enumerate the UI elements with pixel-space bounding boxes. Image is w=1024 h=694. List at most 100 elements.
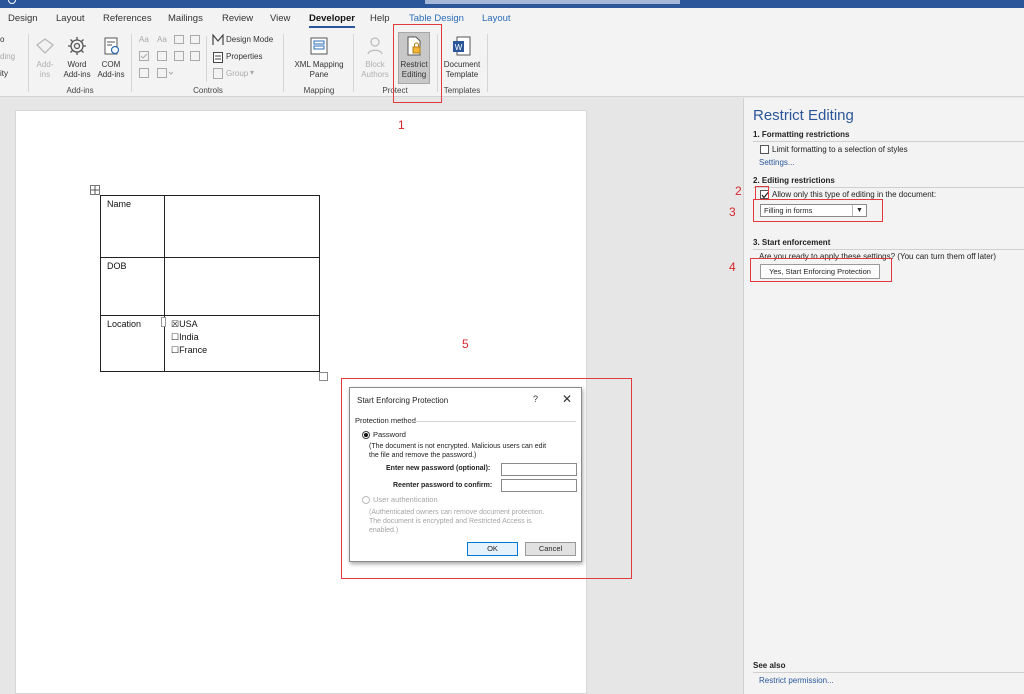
table-cell-value[interactable]: [164, 195, 320, 258]
checkbox-control-icon[interactable]: [139, 51, 149, 61]
limit-formatting-checkbox[interactable]: [760, 145, 769, 154]
tab-review[interactable]: Review: [222, 13, 253, 24]
tab-table-design[interactable]: Table Design: [409, 13, 464, 24]
cut-off-label: ding: [0, 52, 16, 61]
word-addins-button[interactable]: Word Add-ins: [60, 35, 94, 80]
section-title: 1. Formatting restrictions: [753, 130, 850, 139]
block-authors-button[interactable]: Block Authors: [357, 35, 393, 80]
group-label-templates: Templates: [443, 86, 481, 95]
tab-layout[interactable]: Layout: [56, 13, 85, 24]
group-separator: [206, 36, 207, 82]
table-cell-value[interactable]: [164, 257, 320, 316]
settings-link[interactable]: Settings...: [759, 158, 795, 167]
checkbox-option[interactable]: ☐France: [171, 344, 313, 357]
divider: [753, 187, 1024, 188]
content-control-handle[interactable]: [161, 317, 166, 327]
group-icon: [213, 68, 223, 79]
properties-button[interactable]: Properties: [226, 52, 262, 62]
table-move-handle-icon[interactable]: [90, 185, 100, 195]
ribbon-tabs: Design Layout References Mailings Review…: [0, 8, 1024, 30]
annotation-box-dropdown: [753, 199, 883, 222]
building-block-icon[interactable]: [190, 35, 200, 44]
repeating-section-icon[interactable]: [139, 68, 149, 78]
annotation-box-checkbox: [755, 186, 769, 200]
annotation-number: 5: [462, 337, 469, 351]
annotation-box-dialog: [341, 378, 632, 579]
cut-off-label: ity: [0, 69, 8, 78]
word-template-icon: W: [453, 36, 471, 56]
tab-references[interactable]: References: [103, 13, 152, 24]
legacy-tools-icon[interactable]: [157, 68, 173, 78]
divider: [753, 249, 1024, 250]
table-cell-label[interactable]: Name: [100, 195, 165, 258]
block-authors-icon: [367, 37, 383, 55]
title-bar: [0, 0, 1024, 8]
account-icon[interactable]: [8, 0, 16, 4]
checkbox-label: Allow only this type of editing in the d…: [772, 190, 937, 199]
cut-off-label: o: [0, 35, 5, 44]
group-label-addins: Add-ins: [66, 86, 94, 95]
tab-table-layout[interactable]: Layout: [482, 13, 511, 24]
location-options-cell: ☒USA ☐India ☐France: [164, 315, 320, 372]
option-label: France: [179, 345, 208, 355]
design-mode-icon: [212, 34, 224, 45]
restrict-permission-link[interactable]: Restrict permission...: [759, 676, 834, 685]
combo-box-icon[interactable]: [157, 51, 167, 61]
option-label: USA: [179, 319, 198, 329]
tab-mailings[interactable]: Mailings: [168, 13, 203, 24]
group-separator: [353, 34, 354, 92]
date-picker-icon[interactable]: [190, 51, 200, 61]
chevron-down-icon: ▾: [250, 68, 255, 77]
annotation-box-enforce: [750, 258, 892, 282]
checkbox-glyph[interactable]: ☐: [171, 345, 179, 355]
group-button[interactable]: Group: [226, 69, 248, 79]
addins-button[interactable]: Add-ins: [30, 35, 60, 80]
annotation-box-restrict: [393, 24, 442, 103]
annotation-number: 1: [398, 118, 405, 132]
restrict-editing-pane: Restrict Editing 1. Formatting restricti…: [743, 98, 1024, 694]
checkbox-option[interactable]: ☐India: [171, 331, 313, 344]
document-template-button[interactable]: W Document Template: [440, 35, 484, 80]
table-cell-label[interactable]: Location: [100, 315, 165, 372]
plain-text-control[interactable]: Aa: [157, 35, 167, 45]
group-label-mapping: Mapping: [303, 86, 335, 95]
xml-mapping-icon: [310, 37, 328, 55]
divider: [753, 141, 1024, 142]
table-cell-label[interactable]: DOB: [100, 257, 165, 316]
tab-view[interactable]: View: [270, 13, 290, 24]
rich-text-control[interactable]: Aa: [139, 35, 149, 45]
com-addins-icon: [104, 37, 120, 55]
group-separator: [487, 34, 488, 92]
pane-title: Restrict Editing: [753, 107, 854, 124]
section-title: 2. Editing restrictions: [753, 176, 835, 185]
annotation-number: 3: [729, 205, 736, 219]
form-table: Name DOB Location ☒USA ☐India ☐France: [100, 195, 320, 372]
checkbox-option[interactable]: ☒USA: [171, 318, 313, 331]
table-resize-handle[interactable]: [319, 372, 328, 381]
checkbox-glyph[interactable]: ☒: [171, 319, 179, 329]
dropdown-list-icon[interactable]: [174, 51, 184, 61]
xml-mapping-pane-button[interactable]: XML Mapping Pane: [288, 35, 350, 80]
tab-design[interactable]: Design: [8, 13, 38, 24]
svg-text:W: W: [455, 43, 463, 52]
annotation-number: 2: [735, 184, 742, 198]
gear-icon: [68, 37, 86, 55]
group-label-controls: Controls: [193, 86, 223, 95]
tab-developer[interactable]: Developer: [309, 13, 355, 28]
search-box[interactable]: [425, 0, 680, 4]
annotation-number: 4: [729, 260, 736, 274]
group-separator: [131, 34, 132, 92]
design-mode-button[interactable]: Design Mode: [226, 35, 273, 45]
section-title: 3. Start enforcement: [753, 238, 831, 247]
group-separator: [283, 34, 284, 92]
tab-help[interactable]: Help: [370, 13, 390, 24]
picture-control-icon[interactable]: [174, 35, 184, 44]
checkbox-glyph[interactable]: ☐: [171, 332, 179, 342]
checkbox-label: Limit formatting to a selection of style…: [772, 145, 908, 154]
option-label: India: [179, 332, 199, 342]
divider: [753, 672, 1024, 673]
puzzle-icon: [36, 38, 54, 54]
com-addins-button[interactable]: COM Add-ins: [94, 35, 128, 80]
group-separator: [28, 34, 29, 92]
properties-icon: [213, 52, 223, 63]
